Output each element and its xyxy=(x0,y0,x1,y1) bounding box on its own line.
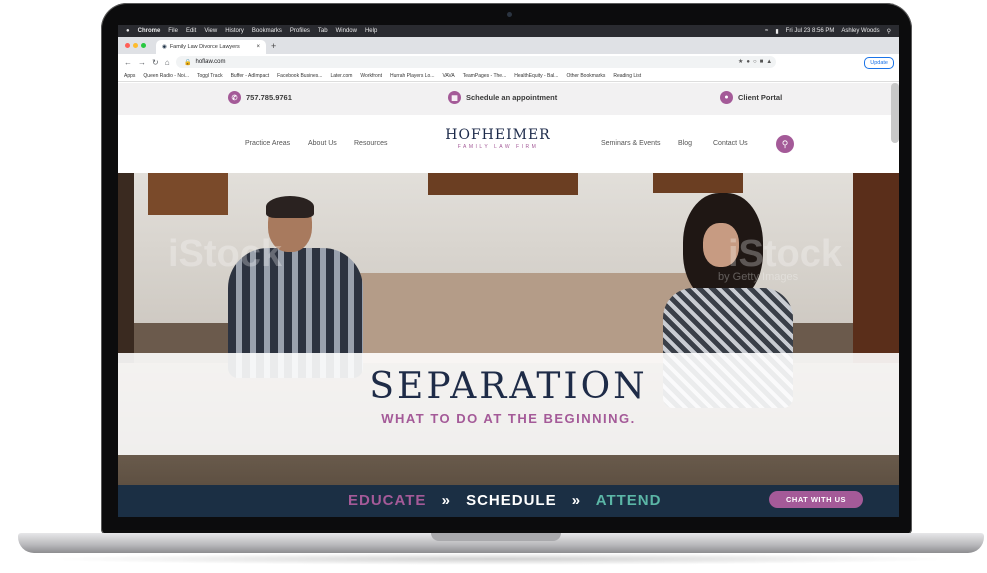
phone-number: 757.785.9761 xyxy=(246,93,292,102)
bookmark-item[interactable]: Other Bookmarks xyxy=(566,73,605,79)
step-schedule[interactable]: SCHEDULE xyxy=(466,492,557,509)
nav-seminars-events[interactable]: Seminars & Events xyxy=(601,140,661,147)
steps-row: EDUCATE » SCHEDULE » ATTEND xyxy=(348,492,661,509)
schedule-label: Schedule an appointment xyxy=(466,93,558,102)
home-icon[interactable]: ⌂ xyxy=(165,58,170,67)
hero-cabinet xyxy=(428,173,578,195)
step-educate[interactable]: EDUCATE xyxy=(348,492,426,509)
bookmark-item[interactable]: Facebook Busines... xyxy=(277,73,322,79)
page-scrollbar[interactable] xyxy=(891,83,899,143)
laptop-base-notch xyxy=(431,533,561,541)
getty-watermark: by Getty Images xyxy=(718,271,799,283)
phone-link[interactable]: ✆ 757.785.9761 xyxy=(228,91,292,104)
reload-icon[interactable]: ↻ xyxy=(152,58,159,67)
bookmark-item[interactable]: Workfront xyxy=(360,73,382,79)
schedule-link[interactable]: ▦ Schedule an appointment xyxy=(448,91,557,104)
istock-watermark: iStock xyxy=(728,233,843,275)
browser-toolbar: ← → ↻ ⌂ 🔒 hoflaw.com ★●○■▲ Update xyxy=(118,54,899,70)
apple-icon[interactable]: ● xyxy=(126,28,130,34)
address-bar[interactable]: 🔒 hoflaw.com xyxy=(176,56,776,68)
step-separator-icon: » xyxy=(441,492,451,509)
logo-name: HOFHEIMER xyxy=(445,127,551,143)
menu-user[interactable]: Ashley Woods xyxy=(841,28,879,34)
macos-menu-bar: ● Chrome File Edit View History Bookmark… xyxy=(118,25,899,37)
bookmark-item[interactable]: Queen Radio - Noi... xyxy=(143,73,189,79)
menu-file[interactable]: File xyxy=(168,28,178,34)
close-window-button[interactable] xyxy=(125,43,130,48)
bookmark-item[interactable]: Later.com xyxy=(330,73,352,79)
bookmark-item[interactable]: Apps xyxy=(124,73,135,79)
hero-title: SEPARATION xyxy=(369,366,648,407)
phone-icon: ✆ xyxy=(228,91,241,104)
menu-bar-status: ≈ ▮ Fri Jul 23 8:56 PM Ashley Woods ⚲ xyxy=(765,25,891,37)
bookmarks-bar: Apps Queen Radio - Noi... Toggl Track Bu… xyxy=(118,70,899,82)
bookmark-item[interactable]: VAVA xyxy=(442,73,454,79)
bookmark-item[interactable]: HealthEquity - Bal... xyxy=(514,73,558,79)
hero-cabinet xyxy=(653,173,743,193)
extension-icons[interactable]: ★●○■▲ xyxy=(738,58,775,65)
menu-chrome[interactable]: Chrome xyxy=(138,28,161,34)
menu-edit[interactable]: Edit xyxy=(186,28,196,34)
lock-icon: 🔒 xyxy=(184,59,192,66)
menu-help[interactable]: Help xyxy=(365,28,377,34)
menu-window[interactable]: Window xyxy=(336,28,357,34)
menu-profiles[interactable]: Profiles xyxy=(290,28,310,34)
bookmark-item[interactable]: Buffer - AdImpact xyxy=(231,73,270,79)
chat-with-us-button[interactable]: CHAT WITH US xyxy=(769,491,863,508)
webcam xyxy=(507,12,512,17)
nav-resources[interactable]: Resources xyxy=(354,140,387,147)
spotlight-icon[interactable]: ⚲ xyxy=(887,28,891,35)
hero-text-band: SEPARATION WHAT TO DO AT THE BEGINNING. xyxy=(118,353,899,455)
hero-cabinet xyxy=(148,173,228,215)
client-portal-link[interactable]: ● Client Portal xyxy=(720,91,782,104)
utility-bar: ✆ 757.785.9761 ▦ Schedule an appointment… xyxy=(118,83,899,115)
zoom-window-button[interactable] xyxy=(141,43,146,48)
laptop-screen: ● Chrome File Edit View History Bookmark… xyxy=(118,25,899,517)
tab-title: Family Law Divorce Lawyers xyxy=(169,44,240,50)
bookmark-item[interactable]: Toggl Track xyxy=(197,73,223,79)
step-attend[interactable]: ATTEND xyxy=(596,492,662,509)
portal-icon: ● xyxy=(720,91,733,104)
logo-tagline: FAMILY LAW FIRM xyxy=(457,144,539,150)
nav-practice-areas[interactable]: Practice Areas xyxy=(245,140,290,147)
nav-contact-us[interactable]: Contact Us xyxy=(713,140,748,147)
minimize-window-button[interactable] xyxy=(133,43,138,48)
nav-about-us[interactable]: About Us xyxy=(308,140,337,147)
menu-view[interactable]: View xyxy=(204,28,217,34)
laptop-shadow xyxy=(40,553,960,565)
menu-tab[interactable]: Tab xyxy=(318,28,328,34)
new-tab-button[interactable]: + xyxy=(271,41,276,51)
cta-bar: EDUCATE » SCHEDULE » ATTEND CHAT WITH US xyxy=(118,485,899,517)
tab-strip: ◉ Family Law Divorce Lawyers × + xyxy=(118,37,899,54)
url-text: hoflaw.com xyxy=(195,59,226,65)
tab-close-icon[interactable]: × xyxy=(256,44,260,50)
site-logo[interactable]: HOFHEIMER FAMILY LAW FIRM xyxy=(430,127,566,150)
menu-clock[interactable]: Fri Jul 23 8:56 PM xyxy=(786,28,835,34)
update-button[interactable]: Update xyxy=(864,57,894,69)
bookmark-item[interactable]: Reading List xyxy=(613,73,641,79)
client-portal-label: Client Portal xyxy=(738,93,783,102)
menu-bookmarks[interactable]: Bookmarks xyxy=(252,28,282,34)
favicon-icon: ◉ xyxy=(162,44,167,50)
website: ✆ 757.785.9761 ▦ Schedule an appointment… xyxy=(118,83,899,517)
istock-watermark: iStock xyxy=(168,233,283,275)
man-hair xyxy=(266,196,314,218)
wifi-icon[interactable]: ≈ xyxy=(765,28,768,34)
battery-icon[interactable]: ▮ xyxy=(775,28,778,35)
bookmark-item[interactable]: Hurrah Players Lo... xyxy=(390,73,434,79)
calendar-icon: ▦ xyxy=(448,91,461,104)
site-nav: Practice Areas About Us Resources HOFHEI… xyxy=(118,115,899,173)
menu-history[interactable]: History xyxy=(225,28,244,34)
hero-subtitle: WHAT TO DO AT THE BEGINNING. xyxy=(381,411,636,426)
step-separator-icon: » xyxy=(571,492,582,509)
back-icon[interactable]: ← xyxy=(124,58,132,67)
nav-blog[interactable]: Blog xyxy=(678,140,692,147)
bookmark-item[interactable]: TeamPages - The... xyxy=(463,73,507,79)
search-icon[interactable]: ⚲ xyxy=(776,135,794,153)
tab-active[interactable]: ◉ Family Law Divorce Lawyers × xyxy=(156,40,266,54)
window-controls xyxy=(125,43,146,48)
forward-icon[interactable]: → xyxy=(138,58,146,67)
